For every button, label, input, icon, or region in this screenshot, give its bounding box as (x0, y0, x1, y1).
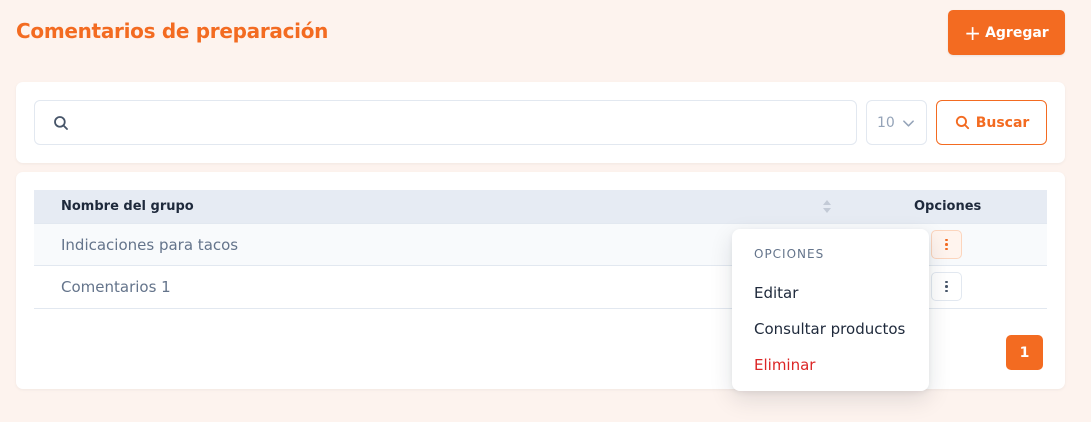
page-size-select[interactable]: 10 (866, 100, 927, 145)
group-name-cell: Indicaciones para tacos (61, 236, 239, 254)
row-options-menu: OPCIONES Editar Consultar productos Elim… (732, 229, 929, 391)
chevron-down-icon (903, 120, 914, 127)
table-header: Nombre del grupo Opciones (34, 190, 1047, 223)
row-options-button[interactable] (931, 230, 962, 259)
group-name-cell: Comentarios 1 (61, 278, 171, 296)
search-button-label: Buscar (975, 114, 1030, 131)
page-size-value: 10 (877, 114, 895, 131)
more-vertical-icon (945, 238, 948, 251)
menu-item-view-products[interactable]: Consultar productos (732, 312, 929, 346)
more-vertical-icon (945, 280, 948, 293)
menu-header: OPCIONES (754, 247, 825, 261)
search-field[interactable] (34, 100, 857, 145)
search-icon (955, 115, 969, 130)
search-card: 10 Buscar (16, 82, 1065, 163)
search-icon (54, 116, 68, 130)
column-header-options: Opciones (914, 199, 982, 214)
plus-icon: + (964, 20, 982, 45)
add-button[interactable]: + Agregar (948, 10, 1065, 55)
row-options-button[interactable] (931, 272, 962, 301)
menu-item-delete[interactable]: Eliminar (732, 348, 929, 382)
page-button-current[interactable]: 1 (1006, 335, 1043, 370)
sort-icon[interactable] (822, 197, 832, 216)
column-header-name[interactable]: Nombre del grupo (61, 199, 194, 214)
search-button[interactable]: Buscar (936, 100, 1047, 145)
search-input[interactable] (83, 101, 843, 144)
menu-item-edit[interactable]: Editar (732, 276, 929, 310)
add-button-label: Agregar (985, 24, 1049, 41)
page-title: Comentarios de preparación (16, 19, 329, 43)
